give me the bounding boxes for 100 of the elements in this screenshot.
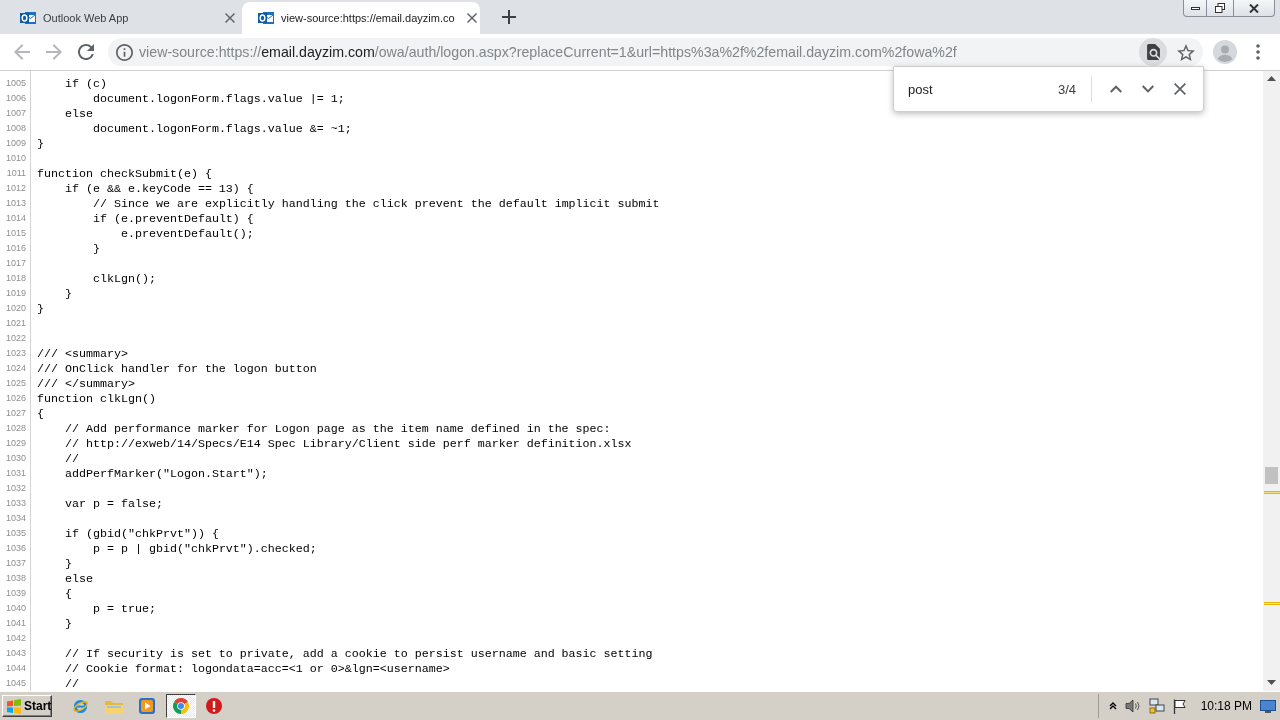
plus-icon xyxy=(502,10,516,24)
clock[interactable]: 10:18 PM xyxy=(1200,699,1252,713)
code-line: function checkSubmit(e) { xyxy=(37,166,212,181)
line-number: 1039 xyxy=(5,588,26,599)
chevron-up-icon xyxy=(1110,85,1122,93)
line-number: 1017 xyxy=(5,258,26,269)
e-logo-icon xyxy=(71,697,89,715)
line-number: 1026 xyxy=(5,393,26,404)
mail-app-icon xyxy=(20,10,36,26)
line-number: 1028 xyxy=(5,423,26,434)
code-line: e.preventDefault(); xyxy=(120,226,254,241)
code-line: // Cookie format: logondata=acc=<1 or 0>&lgn=<username> xyxy=(65,661,450,676)
code-line: } xyxy=(65,286,72,301)
code-line: // Since we are explicitly handling the click prevent the default implicit submit xyxy=(92,196,660,211)
match-marker xyxy=(1264,602,1280,605)
line-number: 1024 xyxy=(5,363,26,374)
line-number: 1022 xyxy=(5,333,26,344)
code-line: p = true; xyxy=(92,601,156,616)
line-number: 1023 xyxy=(5,348,26,359)
code-line: } xyxy=(37,136,44,151)
triangle-up-icon[interactable] xyxy=(1267,76,1276,81)
line-number: 1011 xyxy=(6,168,26,179)
taskbar-button[interactable] xyxy=(165,694,196,718)
line-number: 1036 xyxy=(5,543,26,554)
minimize-icon xyxy=(1190,6,1200,10)
line-number: 1034 xyxy=(5,513,26,524)
network-icon[interactable] xyxy=(1148,698,1165,714)
code-line: // Add performance marker for Logon page as the item name defined in the spec: xyxy=(65,421,611,436)
code-line: { xyxy=(37,406,44,421)
close-icon xyxy=(225,13,235,23)
star-icon xyxy=(1177,43,1195,61)
line-number: 1008 xyxy=(5,123,26,134)
browser-tab[interactable]: Outlook Web App xyxy=(4,2,242,34)
code-line: if (e && e.keyCode == 13) { xyxy=(65,181,254,196)
code-line: if (c) xyxy=(65,76,107,91)
line-number: 1020 xyxy=(5,303,26,314)
find-in-page-button[interactable] xyxy=(1139,38,1167,66)
more-icon xyxy=(1256,44,1260,60)
speaker-icon[interactable] xyxy=(1124,699,1141,713)
url-text: view-source:https://email.dayzim.com/owa/auth/logon.aspx?replaceCurrent=1&url=https%3a%2f%2femail.dayzim.com%2fowa%2f xyxy=(139,44,957,60)
code-line: document.logonForm.flags.value |= 1; xyxy=(92,91,345,106)
line-number: 1035 xyxy=(5,528,26,539)
line-number: 1044 xyxy=(5,663,26,674)
start-button[interactable]: Start xyxy=(2,695,52,717)
scroll-thumb[interactable] xyxy=(1265,467,1278,484)
reload-icon xyxy=(78,44,94,60)
line-number: 1009 xyxy=(5,138,26,149)
line-number: 1027 xyxy=(5,408,26,419)
triangle-down-icon[interactable] xyxy=(1267,680,1276,685)
code-line: clkLgn(); xyxy=(92,271,156,286)
close-icon xyxy=(1249,3,1259,13)
flag-icon[interactable] xyxy=(1172,698,1187,714)
code-line: else xyxy=(65,571,93,586)
line-number: 1010 xyxy=(5,153,26,164)
code-line: function clkLgn() xyxy=(37,391,156,406)
color-wheel-icon xyxy=(172,698,189,714)
code-line: // If security is set to private, add a cookie to persist username and basic setting xyxy=(65,646,653,661)
line-number: 1029 xyxy=(5,438,26,449)
code-line: // xyxy=(65,676,79,691)
right-arrow-icon xyxy=(46,44,62,60)
line-number: 1012 xyxy=(5,183,26,194)
line-number: 1006 xyxy=(5,93,26,104)
close-icon xyxy=(466,13,477,23)
code-line: // http://exweb/14/Specs/E14 Spec Library/Client side perf marker definition.xlsx xyxy=(65,436,632,451)
folder-icon xyxy=(104,698,123,714)
line-number: 1045 xyxy=(5,678,26,689)
document-search-icon xyxy=(1146,44,1160,60)
desktop-icon[interactable] xyxy=(1260,699,1276,713)
browser-tab[interactable]: view-source:https://email.dayzim.co xyxy=(242,2,480,34)
line-number: 1031 xyxy=(5,468,26,479)
line-number: 1032 xyxy=(5,483,26,494)
line-number: 1014 xyxy=(5,213,26,224)
line-number: 1016 xyxy=(5,243,26,254)
line-number: 1041 xyxy=(5,618,26,629)
line-number: 1025 xyxy=(5,378,26,389)
code-line: /// </summary> xyxy=(37,376,135,391)
line-number: 1038 xyxy=(5,573,26,584)
close-icon xyxy=(1174,83,1186,95)
code-line: document.logonForm.flags.value &= ~1; xyxy=(92,121,352,136)
scrollbar[interactable] xyxy=(1263,71,1280,691)
avatar-icon xyxy=(1213,40,1237,64)
play-icon xyxy=(139,698,155,714)
match-count: 3/4 xyxy=(1057,81,1076,97)
code-line: } xyxy=(92,241,100,256)
chevron-up-icon[interactable] xyxy=(1108,702,1117,710)
code-line: if (gbid("chkPrvt")) { xyxy=(65,526,219,541)
left-arrow-icon xyxy=(14,44,30,60)
line-number: 1037 xyxy=(5,558,26,569)
code-line: } xyxy=(65,616,72,631)
code-line: /// <summary> xyxy=(37,346,128,361)
code-line: var p = false; xyxy=(65,496,163,511)
exclamation-icon xyxy=(206,698,222,714)
start-logo-icon xyxy=(6,698,22,714)
line-number: 1018 xyxy=(5,273,26,284)
code-line: { xyxy=(65,586,72,601)
find-field[interactable]: post xyxy=(908,81,1038,97)
chevron-down-icon xyxy=(1142,85,1154,93)
code-line: // xyxy=(65,451,79,466)
address-bar[interactable]: view-source:https://email.dayzim.com/owa/auth/logon.aspx?replaceCurrent=1&url=https%3a%2f%2femail.dayzim.com%2fowa%2f xyxy=(108,38,1203,66)
line-number: 1030 xyxy=(5,453,26,464)
